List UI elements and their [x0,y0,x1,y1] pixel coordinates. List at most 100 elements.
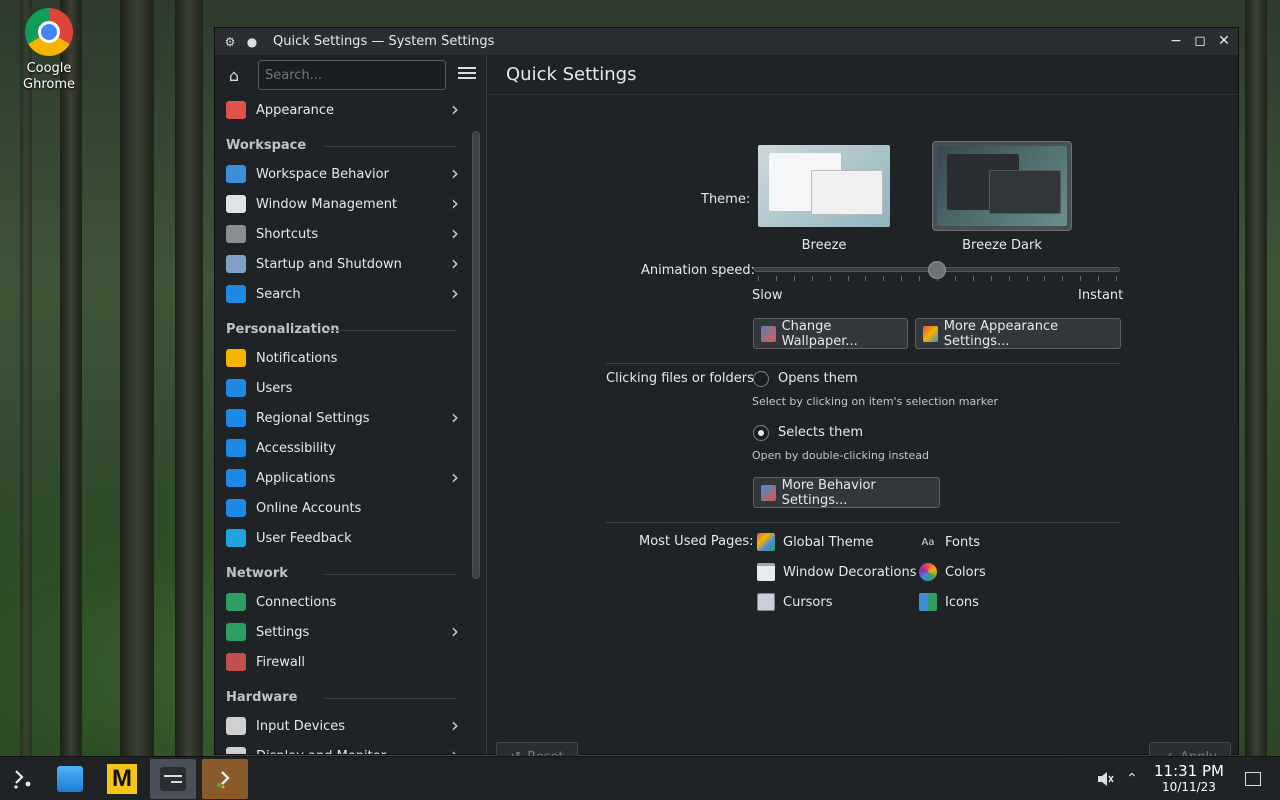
window-decorations-label: Window Decorations [783,564,917,580]
sidebar-item-user-feedback[interactable]: User Feedback [215,523,471,553]
sidebar-item-label: Input Devices [256,718,346,734]
sidebar-item-search[interactable]: Search › [215,279,471,309]
change-wallpaper-button[interactable]: Change Wallpaper... [753,318,908,349]
sidebar-scrollbar[interactable] [472,131,480,579]
animation-speed-slider-handle[interactable] [928,261,946,279]
chevron-right-icon: › [451,281,459,305]
sidebar-item-settings[interactable]: Settings › [215,617,471,647]
sidebar-item-label: Appearance [256,102,335,118]
discover-store-icon[interactable] [47,759,93,799]
cursors-label: Cursors [783,594,833,610]
tray-expand-chevron-icon[interactable]: ⌃ [1126,757,1138,800]
clock-time: 11:31 PM [1154,762,1224,780]
sidebar-item-online-accounts[interactable]: Online Accounts [215,493,471,523]
sidebar-section-personalization: Personalization [215,309,471,343]
accessibility-icon [226,439,246,457]
sidebar-item-display-and-monitor[interactable]: Display and Monitor › [215,741,471,754]
opens-them-hint: Select by clicking on item's selection m… [752,395,998,408]
sidebar-item-input-devices[interactable]: Input Devices › [215,711,471,741]
main-content: Quick Settings Theme: Breeze Breeze Dark… [488,55,1238,773]
connections-icon [226,593,246,611]
more-appearance-label: More Appearance Settings... [943,318,1059,349]
maximize-icon[interactable]: ◻ [1190,31,1210,51]
desktop-icon-chrome[interactable]: Coogle Ghrome [10,8,88,94]
desktop-icon-label-2: Ghrome [23,77,75,92]
slider-tick [1116,276,1117,281]
slider-tick [1098,276,1100,281]
sidebar-item-label: Workspace Behavior [256,166,389,182]
show-desktop-icon[interactable] [1245,757,1261,800]
sidebar-item-label: Display and Monitor [256,749,386,755]
radio-selects-them[interactable] [753,425,769,441]
slider-tick [972,276,974,281]
most-used-colors[interactable]: Colors [919,563,986,581]
chevron-right-icon: › [451,619,459,643]
sidebar: ⌂ Appearance›WorkspaceWorkspace Behavior… [215,55,487,754]
sidebar-item-notifications[interactable]: Notifications [215,343,471,373]
chevron-right-icon: › [451,405,459,429]
sidebar-item-workspace-behavior[interactable]: Workspace Behavior › [215,159,471,189]
sidebar-item-appearance[interactable]: Appearance › [215,95,471,125]
slider-tick [901,276,903,281]
sidebar-item-label: Shortcuts [256,226,319,242]
slider-tick [793,276,795,281]
most-used-cursors[interactable]: Cursors [757,593,833,611]
window-management-icon [226,195,246,213]
chevron-right-icon: › [451,161,459,185]
hamburger-menu-icon[interactable] [457,64,477,84]
task-app-icon[interactable] [202,759,248,799]
separator [606,363,1121,364]
workspace-behavior-icon [226,165,246,183]
radio-opens-them[interactable] [753,371,769,387]
sidebar-item-firewall[interactable]: Firewall [215,647,471,677]
sidebar-item-accessibility[interactable]: Accessibility [215,433,471,463]
sidebar-item-label: User Feedback [256,530,352,546]
pin-icon[interactable]: ● [243,33,261,51]
display-and-monitor-icon [226,747,246,754]
sidebar-item-regional-settings[interactable]: Regional Settings › [215,403,471,433]
chrome-icon [25,8,73,56]
theme-option-breeze-dark[interactable] [932,141,1072,231]
title-bar[interactable]: ⚙ ● Quick Settings — System Settings − ◻… [215,28,1238,55]
sidebar-item-window-management[interactable]: Window Management › [215,189,471,219]
most-used-global-theme[interactable]: Global Theme [757,533,873,551]
clock[interactable]: 11:31 PM 10/11/23 [1148,762,1230,794]
most-used-icons[interactable]: Icons [919,593,979,611]
chevron-right-icon: › [451,465,459,489]
theme-option-breeze[interactable] [754,141,894,231]
system-settings-icon[interactable] [150,759,196,799]
system-settings-window: ⚙ ● Quick Settings — System Settings − ◻… [214,27,1239,773]
application-launcher-icon[interactable] [0,759,46,799]
slider-tick [811,276,813,281]
sidebar-item-startup-and-shutdown[interactable]: Startup and Shutdown › [215,249,471,279]
chevron-right-icon: › [451,97,459,121]
sidebar-item-connections[interactable]: Connections [215,587,471,617]
sidebar-item-label: Accessibility [256,440,336,456]
volume-muted-icon[interactable] [1096,757,1114,800]
selects-them-label[interactable]: Selects them [778,425,863,440]
most-used-window-decorations[interactable]: Window Decorations [757,563,917,581]
slider-tick [775,276,777,281]
home-icon[interactable]: ⌂ [223,64,245,86]
global-theme-icon [757,533,775,551]
most-used-fonts[interactable]: Aa Fonts [919,533,981,551]
sidebar-item-label: Startup and Shutdown [256,256,402,272]
shortcuts-icon [226,225,246,243]
sidebar-item-applications[interactable]: Applications › [215,463,471,493]
close-icon[interactable]: ✕ [1214,31,1234,51]
sidebar-item-label: Applications [256,470,336,486]
sidebar-item-label: Search [256,286,301,302]
m-app-icon[interactable]: M [99,759,145,799]
sidebar-item-label: Online Accounts [256,500,362,516]
opens-them-label[interactable]: Opens them [778,371,858,386]
sidebar-item-users[interactable]: Users [215,373,471,403]
minimize-icon[interactable]: − [1166,31,1186,51]
slider-tick [1044,276,1046,281]
sidebar-list: Appearance › Workspace Workspace Behavior › W… [215,95,471,754]
search-input[interactable] [258,60,446,90]
settings-app-icon[interactable]: ⚙ [221,33,239,51]
sidebar-item-shortcuts[interactable]: Shortcuts › [215,219,471,249]
more-behavior-settings-button[interactable]: More Behavior Settings... [753,477,940,508]
global-theme-label: Global Theme [783,534,874,550]
more-appearance-settings-button[interactable]: More Appearance Settings... [915,318,1121,349]
